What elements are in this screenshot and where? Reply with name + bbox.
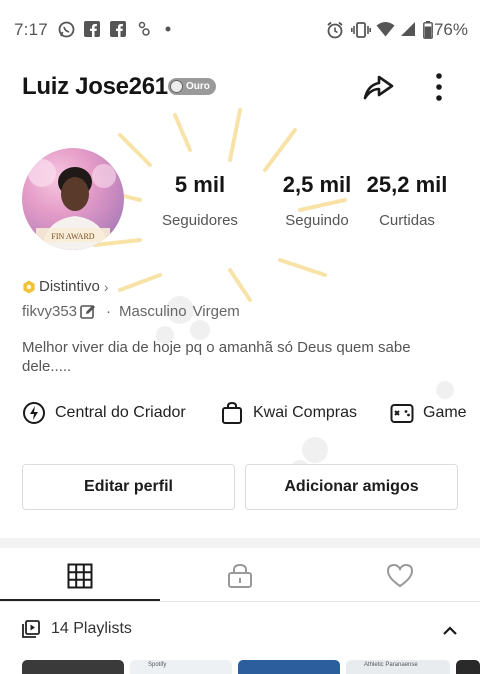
profile-bio: Melhor viver dia de hoje pq o amanhã só … — [22, 339, 411, 375]
more-vertical-icon — [436, 73, 442, 101]
likes-stat[interactable]: 25,2 mil Curtidas — [352, 172, 462, 229]
dot-icon — [165, 26, 171, 32]
separator-dot: · — [106, 303, 112, 320]
profile-zodiac: Virgem — [192, 303, 240, 320]
thumbnail-label: Athletic Paranaense — [364, 662, 418, 668]
alarm-icon — [326, 21, 344, 39]
vibrate-icon — [351, 21, 371, 39]
gamepad-icon — [390, 404, 414, 423]
likes-label: Curtidas — [379, 212, 435, 229]
badge-label: Ouro — [186, 81, 210, 92]
likes-count: 25,2 mil — [366, 172, 448, 197]
avatar-person-icon: FIN AWARD — [28, 159, 116, 250]
battery-percent: 76% — [433, 20, 468, 39]
more-options-button[interactable] — [428, 70, 450, 104]
followers-label: Seguidores — [162, 212, 238, 229]
game-button[interactable]: Game — [390, 401, 467, 425]
distintivo-link[interactable]: Distintivo › — [22, 278, 109, 295]
level-badge[interactable]: Ouro — [168, 78, 216, 95]
lightning-icon — [23, 402, 45, 424]
whatsapp-icon — [58, 21, 75, 38]
profile-gender: Masculino — [119, 303, 187, 320]
kwai-shop-button[interactable]: Kwai Compras — [220, 401, 357, 425]
profile-handle: fikvy353 — [22, 303, 78, 320]
app-icon — [137, 21, 151, 37]
chevron-up-icon — [443, 626, 457, 635]
profile-username: Luiz Jose261 — [22, 73, 168, 100]
status-time: 7:17 — [14, 20, 48, 39]
svg-text:FIN AWARD: FIN AWARD — [51, 232, 94, 241]
tabs-border — [0, 601, 480, 602]
share-button[interactable] — [361, 70, 395, 104]
profile-meta: fikvy353 · Masculino Virgem — [22, 303, 240, 320]
grid-icon — [67, 563, 93, 589]
playlist-icon — [22, 620, 40, 638]
playlist-thumbnail[interactable] — [22, 660, 124, 674]
playlist-thumbnail[interactable]: Spotify — [130, 660, 232, 674]
playlists-header[interactable]: 14 Playlists — [22, 620, 132, 638]
battery-icon — [423, 21, 433, 39]
tab-likes[interactable] — [320, 552, 480, 600]
thumbnail-label: Spotify — [148, 662, 167, 668]
creator-center-label: Central do Criador — [55, 404, 186, 421]
edit-pencil-icon[interactable] — [80, 304, 96, 320]
tab-grid[interactable] — [0, 552, 160, 600]
kwai-shop-label: Kwai Compras — [253, 404, 358, 421]
facebook-icon — [110, 21, 126, 37]
add-friends-button[interactable]: Adicionar amigos — [245, 464, 458, 510]
playlist-thumbnail[interactable] — [456, 660, 480, 674]
playlists-count: 14 Playlists — [51, 620, 132, 637]
signal-icon — [400, 21, 416, 37]
playlist-thumbnail[interactable] — [238, 660, 340, 674]
heart-icon — [386, 563, 414, 588]
facebook-icon — [84, 21, 100, 37]
lock-icon — [228, 563, 252, 588]
hexagon-badge-icon — [23, 280, 35, 293]
collapse-button[interactable] — [441, 622, 459, 640]
game-label: Game — [423, 404, 467, 421]
status-bar: 7:17 76% — [0, 0, 480, 60]
share-arrow-icon — [363, 75, 394, 100]
section-divider — [0, 538, 480, 548]
wifi-icon — [376, 21, 395, 37]
badge-coin-icon — [170, 80, 183, 93]
creator-center-button[interactable]: Central do Criador — [22, 401, 186, 425]
followers-count: 5 mil — [174, 172, 226, 197]
playlist-thumbnail[interactable]: Athletic Paranaense — [346, 660, 450, 674]
shopping-bag-icon — [222, 401, 242, 424]
profile-avatar[interactable]: FIN AWARD — [22, 148, 124, 250]
tab-private[interactable] — [160, 552, 320, 600]
edit-profile-button[interactable]: Editar perfil — [22, 464, 235, 510]
chevron-right-icon: › — [103, 278, 109, 295]
distintivo-label: Distintivo — [39, 278, 100, 295]
followers-stat[interactable]: 5 mil Seguidores — [150, 172, 250, 229]
